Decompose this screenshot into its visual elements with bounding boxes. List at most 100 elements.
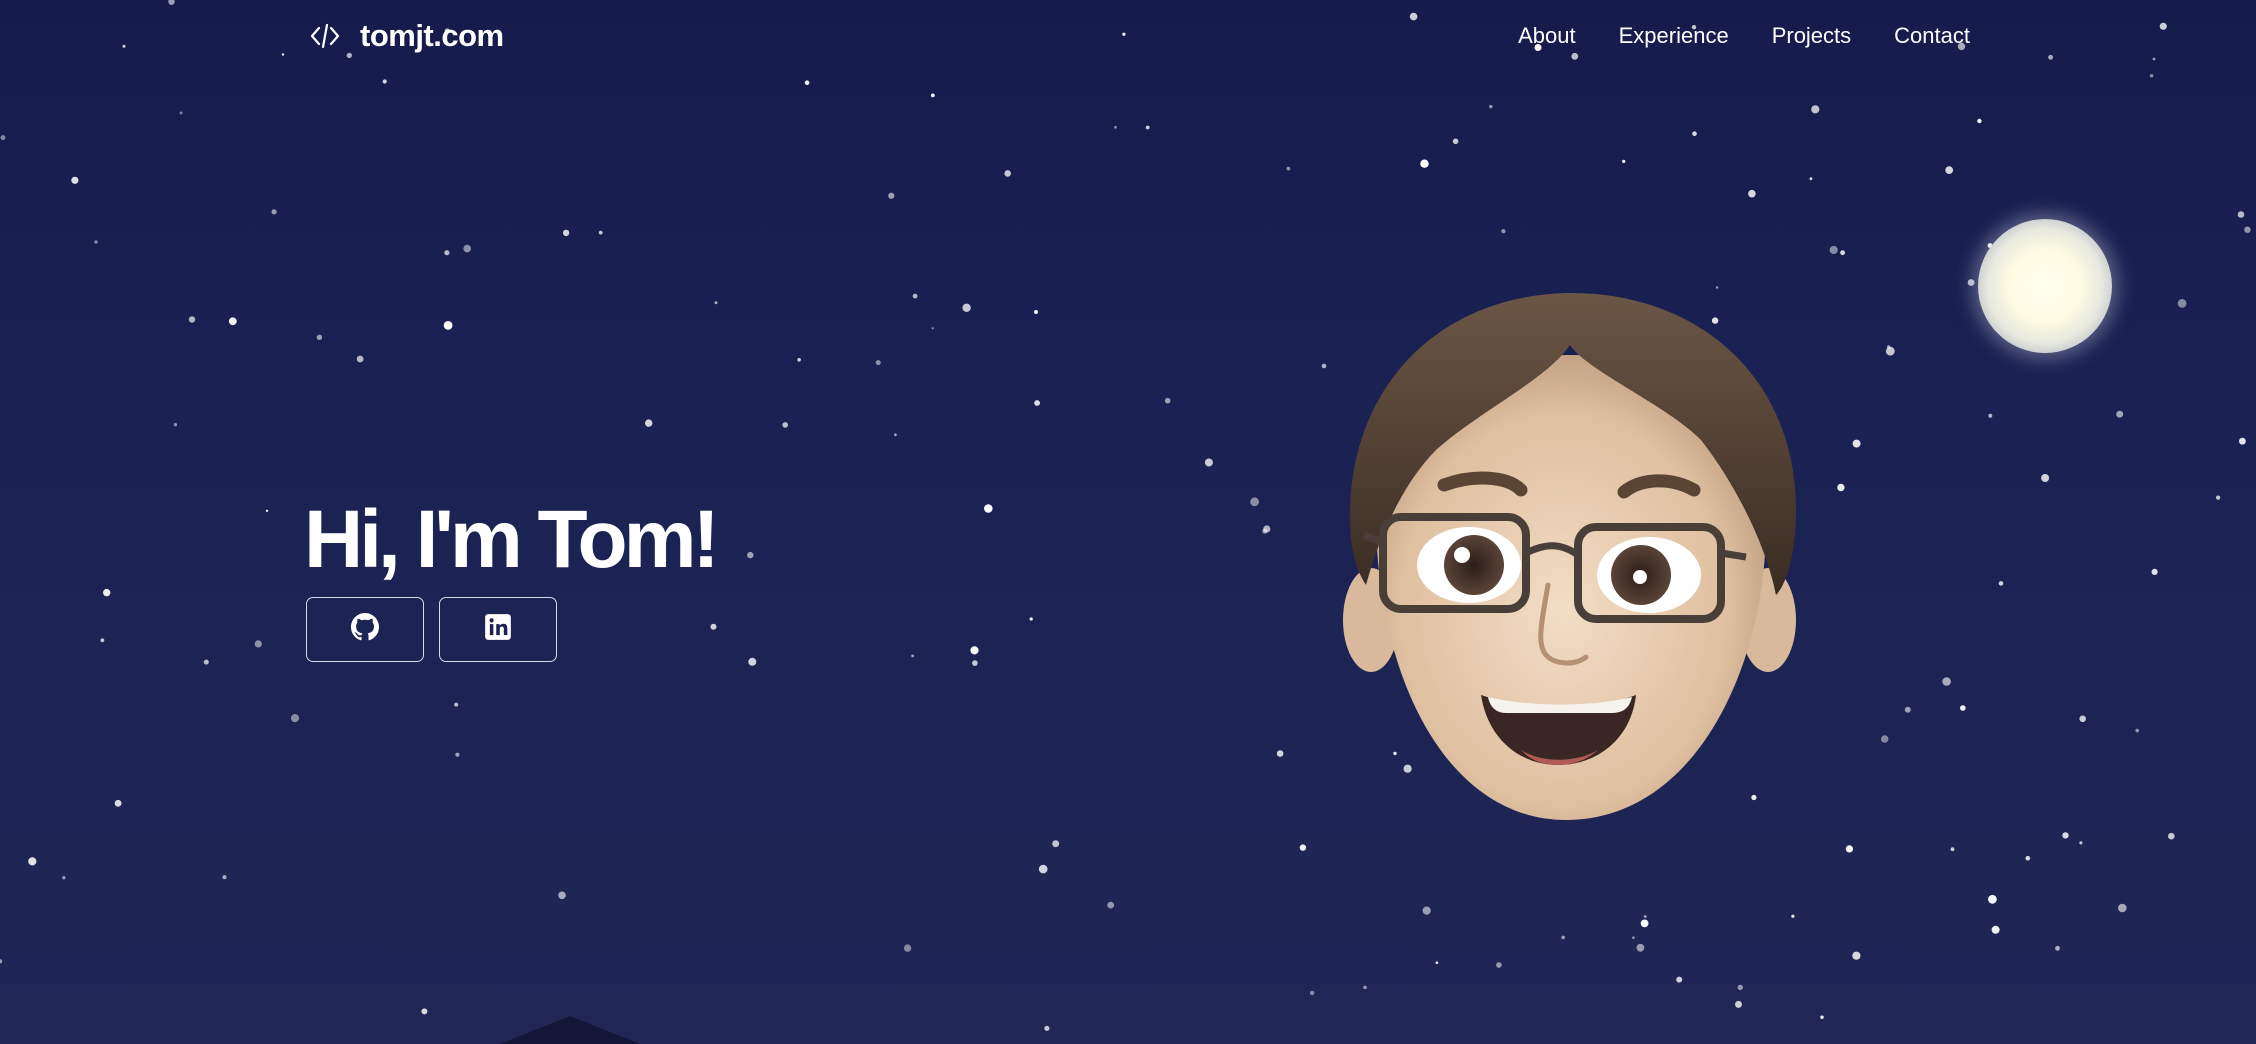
mountain-silhouette	[470, 1016, 670, 1044]
star	[2177, 299, 2187, 308]
star	[1692, 131, 1697, 136]
star	[748, 657, 757, 666]
star	[1496, 962, 1502, 968]
star	[2079, 841, 2083, 845]
star	[2055, 945, 2060, 951]
star	[1263, 525, 1271, 533]
star	[1029, 617, 1033, 621]
star	[1988, 894, 1997, 904]
star	[970, 646, 979, 655]
star	[290, 714, 300, 723]
star	[875, 360, 881, 366]
star	[265, 509, 269, 512]
star	[444, 250, 450, 256]
site-header: tomjt.com About Experience Projects Cont…	[0, 0, 2256, 76]
site-logo-link[interactable]: tomjt.com	[308, 16, 504, 56]
star	[562, 229, 570, 237]
star	[1643, 915, 1647, 918]
star	[714, 301, 718, 305]
star	[1852, 439, 1861, 448]
star	[28, 857, 37, 866]
star	[1004, 170, 1011, 177]
star	[2041, 474, 2050, 482]
star	[1945, 166, 1954, 175]
star	[1501, 229, 1506, 234]
star	[1809, 177, 1813, 181]
star	[1276, 750, 1284, 757]
star	[931, 327, 934, 330]
star	[1632, 936, 1635, 939]
star	[2237, 211, 2245, 218]
star	[1309, 990, 1315, 996]
star	[894, 433, 897, 437]
star	[254, 640, 262, 648]
star	[930, 93, 935, 98]
star	[62, 876, 66, 880]
star	[984, 504, 993, 513]
star	[454, 702, 459, 707]
star	[911, 654, 914, 658]
star	[2118, 903, 2127, 913]
star	[173, 423, 178, 427]
github-button[interactable]	[306, 597, 424, 662]
star	[558, 891, 566, 900]
star	[1950, 847, 1955, 852]
star	[271, 209, 277, 215]
star	[1837, 483, 1845, 492]
star	[972, 660, 978, 666]
site-logo-text: tomjt.com	[360, 18, 504, 53]
nav-projects[interactable]: Projects	[1772, 20, 1851, 52]
star	[1422, 906, 1431, 915]
star	[103, 588, 111, 597]
star	[179, 111, 183, 115]
star	[0, 135, 6, 141]
nav-contact[interactable]: Contact	[1894, 20, 1970, 52]
star	[747, 551, 754, 559]
star	[2168, 832, 2175, 840]
star	[903, 944, 912, 952]
star	[1052, 840, 1060, 848]
star	[1034, 400, 1040, 406]
star	[1640, 919, 1649, 928]
hero-title: Hi, I'm Tom!	[304, 494, 720, 585]
star	[1737, 984, 1744, 991]
star	[1622, 159, 1626, 163]
star	[455, 752, 460, 757]
star	[804, 80, 810, 85]
star	[2062, 832, 2069, 839]
star	[1942, 677, 1951, 686]
star	[1452, 138, 1459, 145]
linkedin-icon	[484, 613, 512, 646]
moon	[1978, 219, 2112, 353]
star	[1145, 125, 1150, 130]
star	[1636, 943, 1645, 952]
star	[1114, 125, 1117, 129]
star	[94, 240, 98, 244]
star	[888, 192, 895, 199]
star	[645, 419, 653, 427]
star	[0, 959, 3, 964]
star	[1676, 976, 1683, 983]
star	[2079, 715, 2086, 723]
star	[2244, 226, 2251, 233]
star	[1735, 1000, 1742, 1008]
star	[1820, 1015, 1824, 1019]
star	[1164, 397, 1171, 404]
code-icon	[308, 19, 342, 53]
star	[421, 1008, 428, 1015]
nav-experience[interactable]: Experience	[1619, 20, 1729, 52]
star	[100, 638, 105, 643]
star	[2239, 437, 2246, 445]
star	[1204, 458, 1213, 467]
star	[356, 355, 364, 363]
star	[1988, 413, 1993, 418]
star	[1967, 279, 1975, 286]
nav-about[interactable]: About	[1518, 20, 1576, 52]
star	[2216, 495, 2221, 500]
star	[1829, 245, 1838, 255]
star	[1977, 118, 1982, 124]
linkedin-button[interactable]	[439, 597, 557, 662]
star	[1845, 845, 1853, 853]
star	[1748, 189, 1756, 198]
memoji-avatar	[1336, 285, 1806, 835]
